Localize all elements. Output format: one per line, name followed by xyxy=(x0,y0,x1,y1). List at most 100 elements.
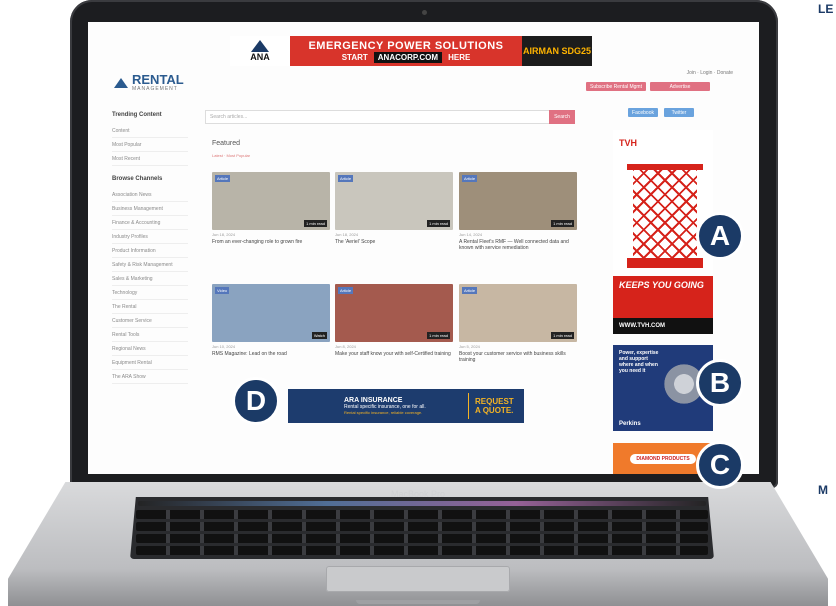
sidebar-item[interactable]: Business Management xyxy=(112,202,188,216)
browse-list: Association News Business Management Finan… xyxy=(112,188,188,384)
article-card[interactable]: Article 1 min read Jun 14, 2024 A Rental Fl… xyxy=(459,172,577,251)
sidebar-item[interactable]: Most Recent xyxy=(112,152,188,166)
sidebar-item-label: Business Management xyxy=(112,205,163,212)
ara-insurance-ad[interactable]: ARA INSURANCE Rental specific insurance,… xyxy=(288,389,524,423)
sidebar-item[interactable]: The Rental xyxy=(112,300,188,314)
ara-logo: ARA INSURANCE xyxy=(344,397,403,404)
article-tag: Video xyxy=(215,287,230,294)
sidebar-item[interactable]: Association News xyxy=(112,188,188,202)
trackpad xyxy=(326,566,510,592)
airman-logo: AIRMAN SDG25 xyxy=(522,36,592,66)
advertise-button[interactable]: Advertise xyxy=(650,82,710,91)
tvh-url: WWW.TVH.COM xyxy=(613,318,713,334)
article-read-time: 1 min read xyxy=(304,220,327,227)
top-ad-start: START xyxy=(341,52,368,62)
article-title[interactable]: Make your staff know your with self-Cert… xyxy=(335,351,453,357)
tvh-logo: TVH xyxy=(619,138,637,148)
article-thumbnail[interactable]: Article 1 min read xyxy=(459,172,577,230)
article-read-time: 1 min read xyxy=(427,332,450,339)
search-placeholder: Search articles... xyxy=(210,114,248,120)
sidebar-item-label: Content xyxy=(112,127,130,134)
key-row xyxy=(136,534,708,543)
article-card[interactable]: Article 1 min read Jun 8, 2024 Make your st… xyxy=(335,284,453,357)
search-bar[interactable]: Search articles... Search xyxy=(205,110,575,124)
sidebar-item-label: The Rental xyxy=(112,303,137,310)
article-tag: Article xyxy=(462,287,478,294)
facebook-button[interactable]: Facebook xyxy=(628,108,658,117)
sidebar-item[interactable]: Technology xyxy=(112,286,188,300)
sidebar-item[interactable]: The ARA Show xyxy=(112,370,188,384)
scissor-lift-icon xyxy=(633,170,697,260)
site-logo[interactable]: RENTAL MANAGEMENT xyxy=(114,72,184,92)
twitter-button[interactable]: Twitter xyxy=(664,108,694,117)
article-tag: Article xyxy=(462,175,478,182)
article-thumbnail[interactable]: Video Watch xyxy=(212,284,330,342)
logo-text: RENTAL xyxy=(132,72,184,87)
sidebar-item[interactable]: Product Information xyxy=(112,244,188,258)
search-button[interactable]: Search xyxy=(549,110,575,124)
sidebar-item[interactable]: Customer Service xyxy=(112,314,188,328)
sidebar: Trending Content Content Most Popular Mo… xyxy=(112,112,188,384)
article-title[interactable]: Boost your customer service with busines… xyxy=(459,351,577,363)
top-ad-url: ANACORP.COM xyxy=(373,51,443,63)
sidebar-item-label: The ARA Show xyxy=(112,373,146,380)
sidebar-item[interactable]: Regional News xyxy=(112,342,188,356)
article-card[interactable]: Article 1 min read Jun 5, 2024 Boost your c… xyxy=(459,284,577,363)
logo-subtext: MANAGEMENT xyxy=(132,86,178,92)
sidebar-item-label: Customer Service xyxy=(112,317,152,324)
top-banner-ad[interactable]: ANA EMERGENCY POWER SOLUTIONS START ANAC… xyxy=(230,36,592,66)
sidebar-item[interactable]: Sales & Marketing xyxy=(112,272,188,286)
touch-bar xyxy=(138,501,706,506)
utility-links[interactable]: Join · Login · Donate xyxy=(687,70,733,76)
article-thumbnail[interactable]: Article 1 min read xyxy=(212,172,330,230)
sidebar-item-label: Product Information xyxy=(112,247,156,254)
webcam-icon xyxy=(422,10,427,15)
sidebar-item[interactable]: Most Popular xyxy=(112,138,188,152)
article-tag: Article xyxy=(215,175,231,182)
article-title[interactable]: From an ever-changing role to grown fire xyxy=(212,239,330,245)
article-title[interactable]: A Rental Fleet's RMF — Well connected da… xyxy=(459,239,577,251)
article-read-time: 1 min read xyxy=(551,220,574,227)
article-read-time: 1 min read xyxy=(427,220,450,227)
key-row xyxy=(136,546,708,555)
ana-logo: ANA xyxy=(230,36,290,66)
article-card[interactable]: Video Watch Jun 10, 2024 RMS Magazine: Lead… xyxy=(212,284,330,357)
article-date: Jun 8, 2024 xyxy=(335,344,356,349)
ana-logo-text: ANA xyxy=(250,52,270,62)
top-ad-message: EMERGENCY POWER SOLUTIONS START ANACORP.… xyxy=(290,40,522,63)
diamond-products-logo: DIAMOND PRODUCTS xyxy=(630,454,696,464)
article-title[interactable]: The 'Aeriel' Scope xyxy=(335,239,453,245)
request-quote-button[interactable]: REQUEST A QUOTE. xyxy=(468,393,524,419)
sidebar-item[interactable]: Equipment Rental xyxy=(112,356,188,370)
article-title[interactable]: RMS Magazine: Lead on the road xyxy=(212,351,330,357)
article-thumbnail[interactable]: Article 1 min read xyxy=(335,172,453,230)
subscribe-button[interactable]: Subscribe Rental Mgmt xyxy=(586,82,646,91)
article-date: Jun 10, 2024 xyxy=(212,344,236,349)
sidebar-item-label: Industry Profiles xyxy=(112,233,148,240)
featured-filters[interactable]: Latest · Most Popular xyxy=(212,153,250,158)
ara-ad-text: ARA INSURANCE Rental specific insurance,… xyxy=(288,397,468,415)
article-date: Jun 18, 2024 xyxy=(212,232,236,237)
article-thumbnail[interactable]: Article 1 min read xyxy=(459,284,577,342)
sidebar-item[interactable]: Finance & Accounting xyxy=(112,216,188,230)
perkins-logo: Perkins xyxy=(619,421,641,427)
laptop-lip xyxy=(356,600,480,604)
sidebar-item[interactable]: Rental Tools xyxy=(112,328,188,342)
article-card[interactable]: Article 1 min read Jun 18, 2024 From an eve… xyxy=(212,172,330,245)
trending-title: Trending Content xyxy=(112,112,162,118)
article-read-time: 1 min read xyxy=(551,332,574,339)
article-card[interactable]: Article 1 min read Jun 18, 2024 The 'Aeriel… xyxy=(335,172,453,245)
sidebar-item[interactable]: Content xyxy=(112,124,188,138)
article-thumbnail[interactable]: Article 1 min read xyxy=(335,284,453,342)
article-tag: Article xyxy=(338,287,354,294)
top-ad-row: START ANACORP.COM HERE xyxy=(341,51,470,63)
article-date: Jun 5, 2024 xyxy=(459,344,480,349)
sidebar-item[interactable]: Safety & Risk Management xyxy=(112,258,188,272)
callout-c-badge: C xyxy=(696,441,744,489)
sidebar-item-label: Rental Tools xyxy=(112,331,140,338)
page-edge-text-top: LE xyxy=(818,2,834,16)
sidebar-item-label: Technology xyxy=(112,289,138,296)
cta-line2: A QUOTE. xyxy=(475,406,514,415)
sidebar-item[interactable]: Industry Profiles xyxy=(112,230,188,244)
callout-b-badge: B xyxy=(696,359,744,407)
